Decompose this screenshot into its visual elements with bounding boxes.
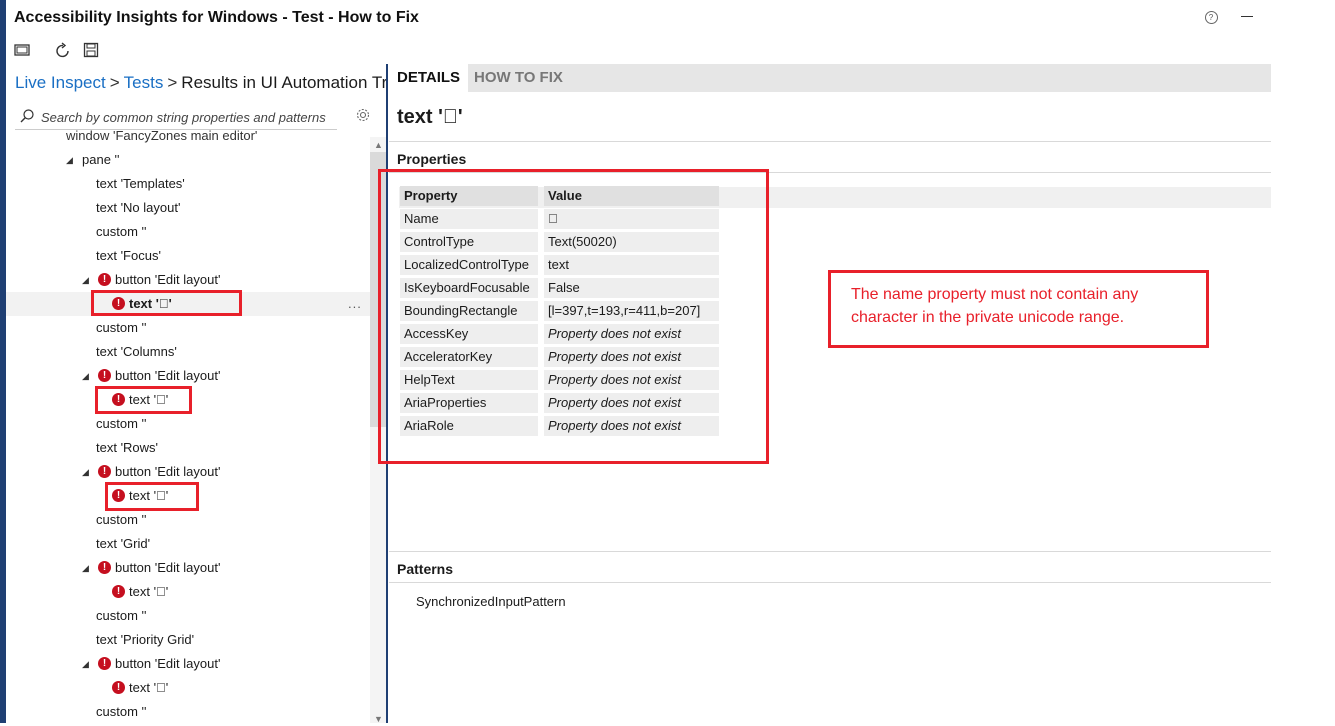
details-tabs: DETAILS HOW TO FIX bbox=[389, 64, 1271, 92]
screen-icon[interactable] bbox=[14, 42, 30, 58]
search-box[interactable]: Search by common string properties and p… bbox=[15, 105, 337, 130]
title-bar: Accessibility Insights for Windows - Tes… bbox=[6, 0, 1271, 36]
error-icon: ! bbox=[98, 561, 111, 574]
annotation-highlight-box bbox=[378, 169, 769, 464]
error-icon: ! bbox=[98, 369, 111, 382]
divider bbox=[389, 141, 1271, 142]
annotation-text: The name property must not contain any c… bbox=[851, 286, 1139, 326]
search-input[interactable]: Search by common string properties and p… bbox=[41, 110, 335, 125]
tree-node[interactable]: text 'Rows' bbox=[6, 436, 370, 460]
tab-details[interactable]: DETAILS bbox=[389, 64, 469, 92]
tree-node[interactable]: ! text '' bbox=[6, 676, 370, 700]
expander-chevron-icon[interactable]: ◢ bbox=[82, 652, 89, 676]
divider bbox=[389, 582, 1271, 583]
tab-how-to-fix[interactable]: HOW TO FIX bbox=[466, 64, 571, 92]
breadcrumb-separator: > bbox=[167, 73, 178, 92]
scroll-up-icon[interactable]: ▲ bbox=[370, 138, 387, 152]
more-options-icon[interactable]: ... bbox=[348, 292, 362, 316]
tree-node[interactable]: ◢! button 'Edit layout' bbox=[6, 364, 370, 388]
app-window: Accessibility Insights for Windows - Tes… bbox=[6, 0, 1271, 726]
tree-node-label: custom '' bbox=[96, 416, 147, 431]
annotation-highlight-box bbox=[91, 290, 242, 316]
tree-node-label: button 'Edit layout' bbox=[115, 368, 221, 383]
tree-node-label: pane '' bbox=[82, 152, 120, 167]
background bbox=[1271, 0, 1335, 723]
tree-node-label: text 'Focus' bbox=[96, 248, 161, 263]
breadcrumb: Live Inspect > Tests > Results in UI Automat… bbox=[15, 73, 387, 93]
tree-node-label: text 'Templates' bbox=[96, 176, 185, 191]
error-icon: ! bbox=[98, 273, 111, 286]
error-icon: ! bbox=[98, 657, 111, 670]
tree-node[interactable]: ◢! button 'Edit layout' bbox=[6, 556, 370, 580]
error-icon: ! bbox=[112, 585, 125, 598]
gear-icon[interactable] bbox=[355, 107, 371, 123]
tree-node-label: text 'No layout' bbox=[96, 200, 181, 215]
annotation-highlight-box bbox=[95, 386, 192, 414]
tree-node-label: button 'Edit layout' bbox=[115, 464, 221, 479]
tree-node-label: text 'Priority Grid' bbox=[96, 632, 195, 647]
tree-node[interactable]: ! text '' bbox=[6, 580, 370, 604]
tree-node[interactable]: text 'Grid' bbox=[6, 532, 370, 556]
tree-node-label: custom '' bbox=[96, 704, 147, 719]
minimize-button[interactable] bbox=[1236, 6, 1260, 26]
tree-node-label: button 'Edit layout' bbox=[115, 272, 221, 287]
tree-node-label: custom '' bbox=[96, 224, 147, 239]
expander-chevron-icon[interactable]: ◢ bbox=[66, 148, 73, 172]
expander-chevron-icon[interactable]: ◢ bbox=[82, 364, 89, 388]
element-title: text '' bbox=[397, 106, 463, 128]
tree-node[interactable]: custom '' bbox=[6, 700, 370, 723]
tree-node[interactable]: custom '' bbox=[6, 412, 370, 436]
tree-node-label: text 'Rows' bbox=[96, 440, 159, 455]
tree-node[interactable]: text 'Columns' bbox=[6, 340, 370, 364]
tree-node-label: text 'Columns' bbox=[96, 344, 177, 359]
breadcrumb-live-inspect[interactable]: Live Inspect bbox=[15, 73, 106, 92]
tree-node[interactable]: text 'Templates' bbox=[6, 172, 370, 196]
tree-node[interactable]: ◢! button 'Edit layout' bbox=[6, 268, 370, 292]
help-button[interactable]: ? bbox=[1202, 8, 1220, 26]
breadcrumb-current: Results in UI Automation Tree bbox=[181, 73, 387, 92]
tree-node-label: custom '' bbox=[96, 320, 147, 335]
error-icon: ! bbox=[98, 465, 111, 478]
expander-chevron-icon[interactable]: ◢ bbox=[82, 460, 89, 484]
tree-node[interactable]: custom '' bbox=[6, 220, 370, 244]
expander-chevron-icon[interactable]: ◢ bbox=[82, 556, 89, 580]
pattern-item[interactable]: SynchronizedInputPattern bbox=[416, 594, 566, 609]
question-circle-icon: ? bbox=[1204, 11, 1218, 24]
window-title: Accessibility Insights for Windows - Tes… bbox=[14, 9, 419, 26]
save-icon[interactable] bbox=[83, 42, 99, 58]
annotation-highlight-box bbox=[105, 482, 199, 511]
scroll-down-icon[interactable]: ▼ bbox=[370, 712, 387, 726]
tree-node-label: text '' bbox=[129, 584, 168, 599]
tree-node-label: text '' bbox=[129, 680, 168, 695]
tree-node[interactable]: custom '' bbox=[6, 604, 370, 628]
error-icon: ! bbox=[112, 681, 125, 694]
tree-node-label: button 'Edit layout' bbox=[115, 560, 221, 575]
tree-node[interactable]: text 'Focus' bbox=[6, 244, 370, 268]
tree-node-label: custom '' bbox=[96, 608, 147, 623]
tree-node-label: custom '' bbox=[96, 512, 147, 527]
tree-node[interactable]: text 'Priority Grid' bbox=[6, 628, 370, 652]
breadcrumb-separator: > bbox=[109, 73, 120, 92]
tree-node-label: window 'FancyZones main editor' bbox=[66, 130, 258, 143]
tree-node-label: button 'Edit layout' bbox=[115, 656, 221, 671]
patterns-header: Patterns bbox=[397, 561, 454, 577]
expander-chevron-icon[interactable]: ◢ bbox=[82, 268, 89, 292]
breadcrumb-tests[interactable]: Tests bbox=[124, 73, 164, 92]
search-icon bbox=[19, 108, 35, 124]
tree-partial-row[interactable]: window 'FancyZones main editor' bbox=[6, 130, 370, 148]
tree-node[interactable]: ◢! button 'Edit layout' bbox=[6, 652, 370, 676]
tree-node-label: text 'Grid' bbox=[96, 536, 151, 551]
ui-automation-tree: window 'FancyZones main editor' ◢ pane ''… bbox=[6, 130, 370, 723]
tree-node[interactable]: custom '' bbox=[6, 508, 370, 532]
tree-node[interactable]: ◢! button 'Edit layout' bbox=[6, 460, 370, 484]
tree-node[interactable]: text 'No layout' bbox=[6, 196, 370, 220]
toolbar bbox=[6, 38, 306, 62]
properties-header: Properties bbox=[397, 151, 467, 167]
divider bbox=[389, 551, 1271, 552]
tree-node[interactable]: ◢ pane '' bbox=[6, 148, 370, 172]
tree-node[interactable]: custom '' bbox=[6, 316, 370, 340]
refresh-icon[interactable] bbox=[54, 42, 70, 58]
